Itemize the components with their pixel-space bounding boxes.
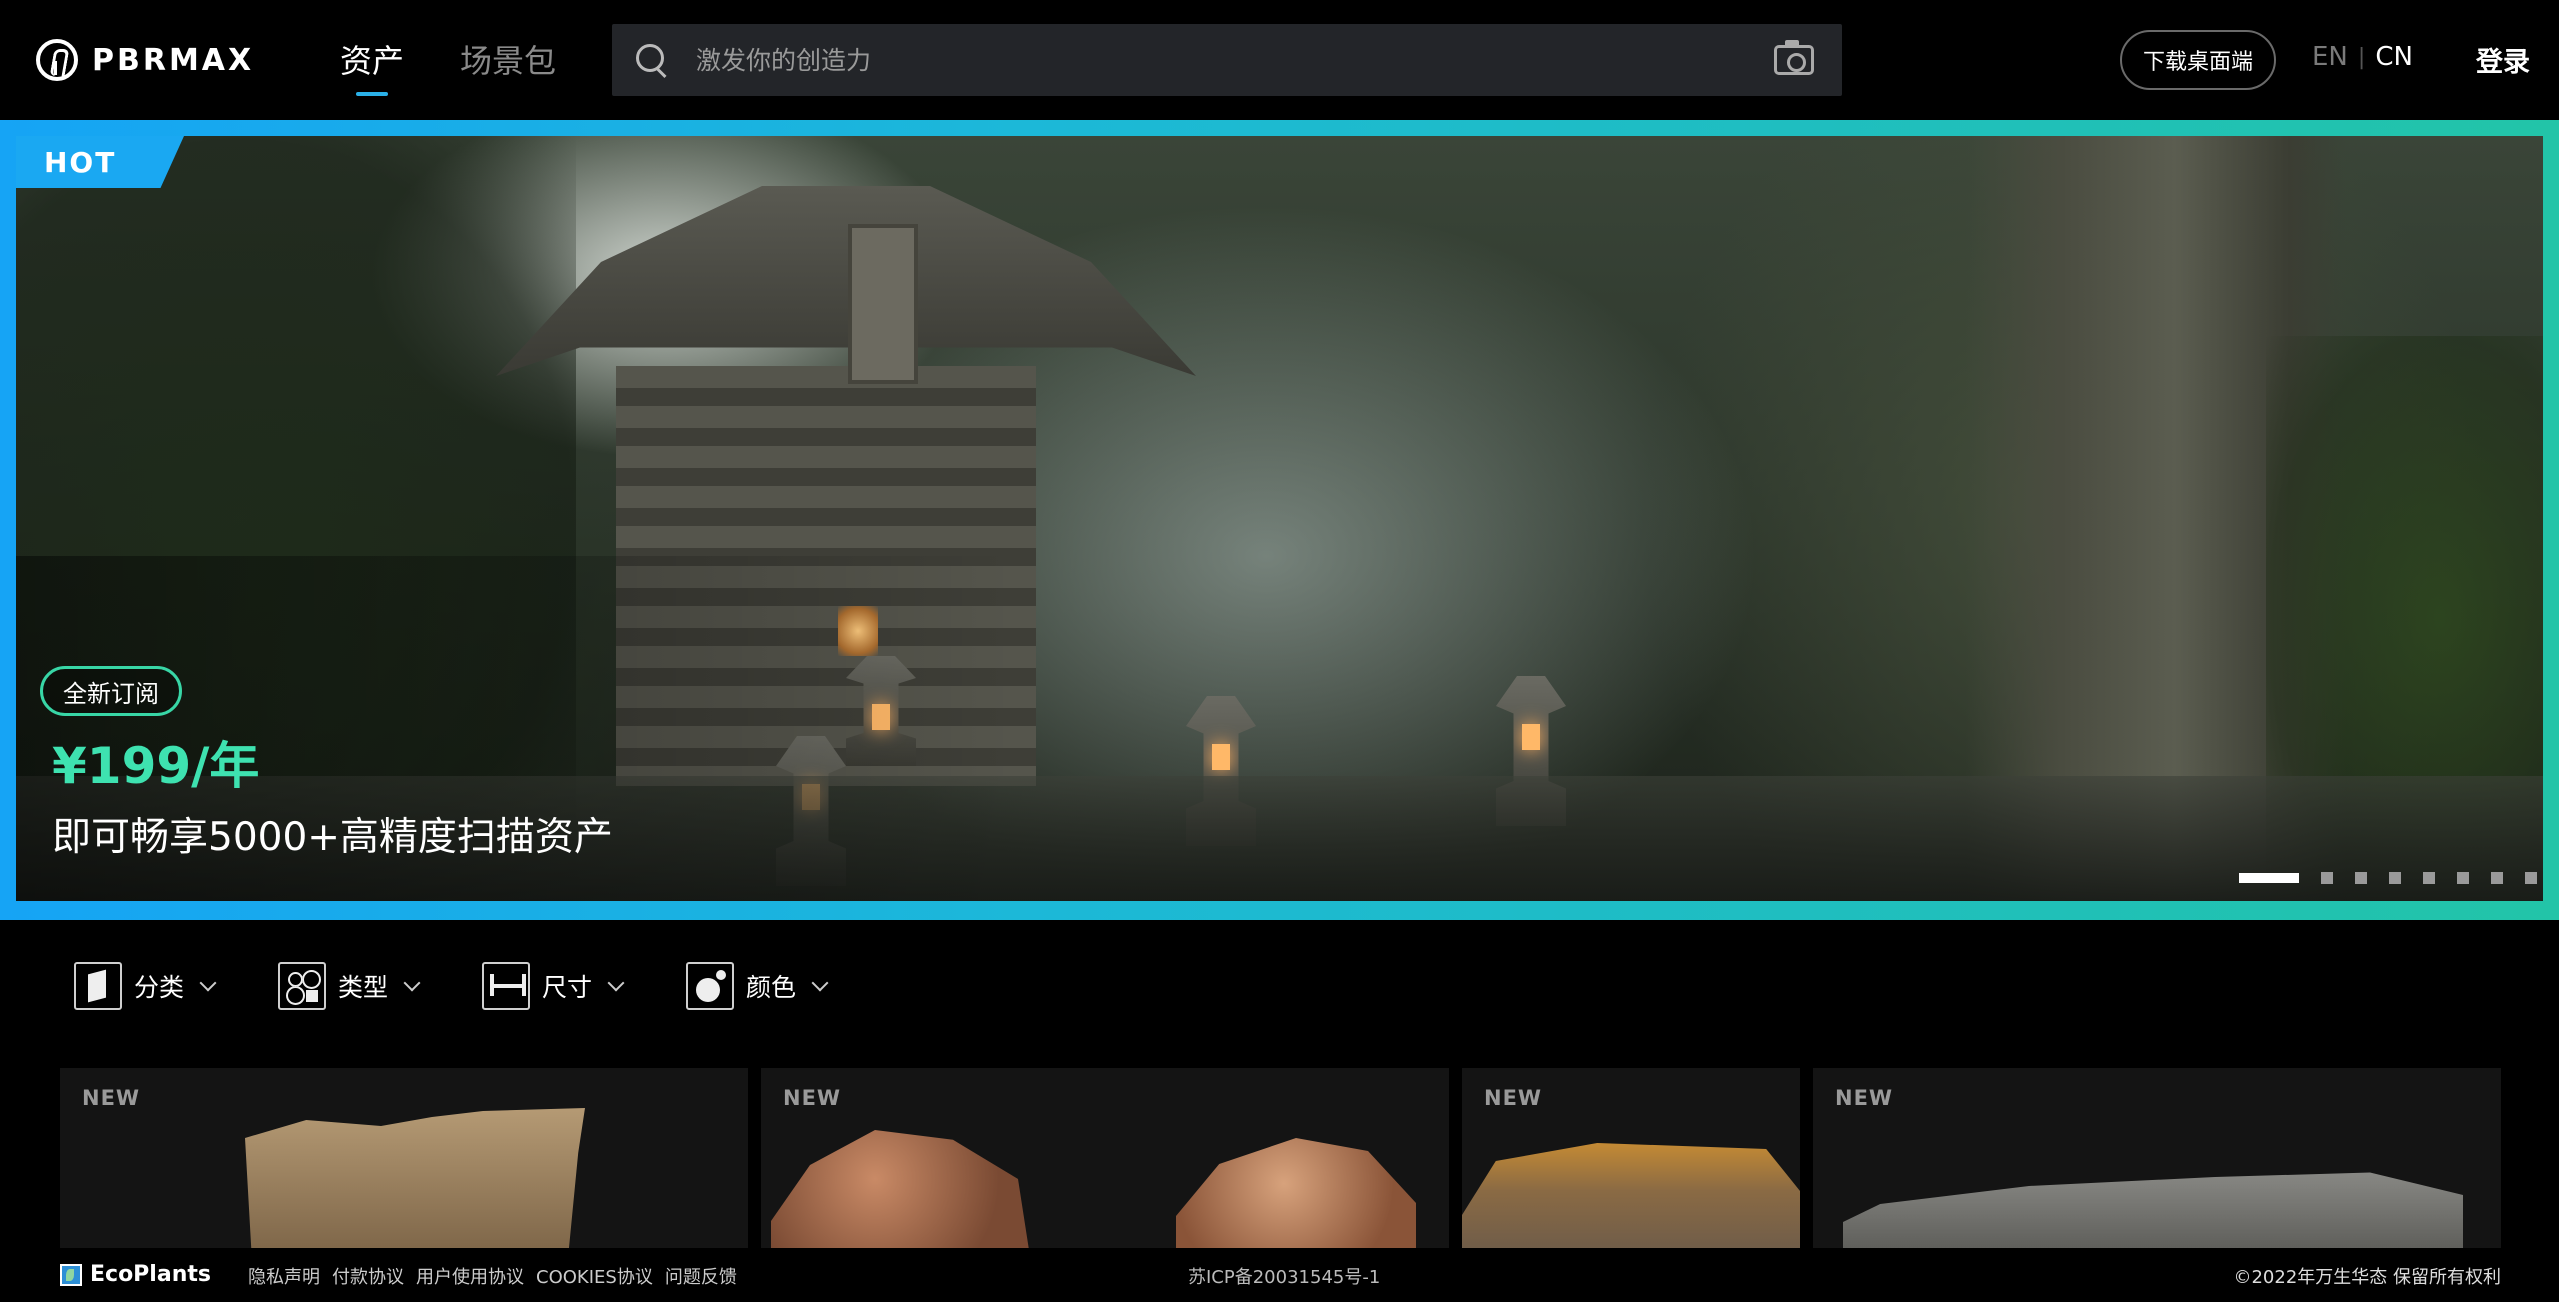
lang-option-cn[interactable]: CN xyxy=(2375,42,2413,72)
brand-logo[interactable]: PBRMAX xyxy=(36,38,254,82)
hero-banner-frame: HOT 全新订阅 ¥199/年 即可畅享5000+高精度扫描资产 xyxy=(0,120,2559,920)
copyright-text: ©2022年万生华态 保留所有权利 xyxy=(2233,1267,2501,1288)
new-badge: NEW xyxy=(1484,1086,1543,1110)
carousel-dot[interactable] xyxy=(2457,872,2469,884)
asset-thumbnail xyxy=(1843,1172,2463,1250)
new-badge: NEW xyxy=(1835,1086,1894,1110)
size-icon xyxy=(482,962,531,1010)
carousel-dot[interactable] xyxy=(2525,872,2537,884)
chevron-down-icon xyxy=(811,974,829,992)
asset-thumbnail xyxy=(245,1108,585,1250)
carousel-dot[interactable] xyxy=(2491,872,2503,884)
carousel-dot[interactable] xyxy=(2239,873,2299,883)
chevron-down-icon xyxy=(607,974,625,992)
language-switcher: EN | CN xyxy=(2312,42,2413,72)
filter-size[interactable]: 尺寸 xyxy=(482,962,625,1010)
carousel-dot[interactable] xyxy=(2321,872,2333,884)
search-input[interactable] xyxy=(696,30,1774,90)
asset-thumbnail xyxy=(771,1130,1031,1250)
filter-bar: 分类 类型 尺寸 颜色 xyxy=(74,962,829,1010)
asset-grid: NEW NEW NEW NEW xyxy=(60,1068,2501,1250)
footer-link-privacy[interactable]: 隐私声明 xyxy=(248,1263,320,1289)
brand-name: PBRMAX xyxy=(92,42,255,78)
banner-temple-roof xyxy=(496,186,1196,376)
ecoplants-name: EcoPlants xyxy=(90,1262,211,1287)
filter-type[interactable]: 类型 xyxy=(278,962,421,1010)
hot-badge: HOT xyxy=(16,136,184,188)
search-bar xyxy=(612,24,1842,96)
main-nav: 资产 场景包 xyxy=(340,36,556,96)
promo-tag: 全新订阅 xyxy=(40,666,182,716)
icp-record[interactable]: 苏ICP备20031545号-1 xyxy=(1188,1263,1380,1289)
ecoplants-icon xyxy=(60,1263,82,1286)
asset-thumbnail xyxy=(1462,1143,1800,1250)
camera-icon[interactable] xyxy=(1774,40,1814,75)
carousel-dot[interactable] xyxy=(2355,872,2367,884)
asset-card[interactable]: NEW xyxy=(1462,1068,1800,1250)
download-desktop-button[interactable]: 下载桌面端 xyxy=(2120,30,2276,90)
lang-option-en[interactable]: EN xyxy=(2312,42,2348,72)
search-icon[interactable] xyxy=(636,44,668,76)
filter-label: 类型 xyxy=(338,973,389,1002)
hero-banner[interactable]: HOT 全新订阅 ¥199/年 即可畅享5000+高精度扫描资产 xyxy=(16,136,2543,901)
chevron-down-icon xyxy=(199,974,217,992)
footer-links: 隐私声明 付款协议 用户使用协议 COOKIES协议 问题反馈 xyxy=(248,1263,737,1289)
filter-category[interactable]: 分类 xyxy=(74,962,217,1010)
new-badge: NEW xyxy=(783,1086,842,1110)
category-icon xyxy=(74,962,122,1010)
carousel-dot[interactable] xyxy=(2389,872,2401,884)
banner-temple-sign xyxy=(848,224,918,384)
type-icon xyxy=(278,962,327,1010)
chevron-down-icon xyxy=(403,974,421,992)
footer-link-terms[interactable]: 用户使用协议 xyxy=(416,1263,524,1289)
footer-link-cookies[interactable]: COOKIES协议 xyxy=(536,1263,653,1289)
asset-thumbnail xyxy=(1176,1138,1416,1250)
nav-tab-scene-packs[interactable]: 场景包 xyxy=(460,36,556,96)
filter-label: 分类 xyxy=(134,973,185,1002)
color-icon xyxy=(686,962,735,1010)
login-link[interactable]: 登录 xyxy=(2476,40,2530,79)
footer-link-feedback[interactable]: 问题反馈 xyxy=(665,1263,737,1289)
asset-card[interactable]: NEW xyxy=(60,1068,748,1250)
promo-price: ¥199/年 xyxy=(52,737,260,795)
promo-description: 即可畅享5000+高精度扫描资产 xyxy=(52,815,613,860)
filter-color[interactable]: 颜色 xyxy=(686,962,829,1010)
brand-mark-icon xyxy=(36,39,78,81)
asset-card[interactable]: NEW xyxy=(1813,1068,2501,1250)
nav-tab-assets[interactable]: 资产 xyxy=(340,36,404,96)
footer-link-payment[interactable]: 付款协议 xyxy=(332,1263,404,1289)
top-header: PBRMAX 资产 场景包 下载桌面端 EN | CN 登录 xyxy=(0,0,2559,120)
ecoplants-logo[interactable]: EcoPlants xyxy=(60,1262,211,1287)
carousel-dots xyxy=(2239,872,2537,884)
filter-label: 尺寸 xyxy=(542,973,593,1002)
asset-card[interactable]: NEW xyxy=(761,1068,1449,1250)
lang-separator: | xyxy=(2357,44,2366,70)
new-badge: NEW xyxy=(82,1086,141,1110)
carousel-dot[interactable] xyxy=(2423,872,2435,884)
filter-label: 颜色 xyxy=(746,973,797,1002)
page-footer: EcoPlants 隐私声明 付款协议 用户使用协议 COOKIES协议 问题反… xyxy=(0,1248,2559,1302)
